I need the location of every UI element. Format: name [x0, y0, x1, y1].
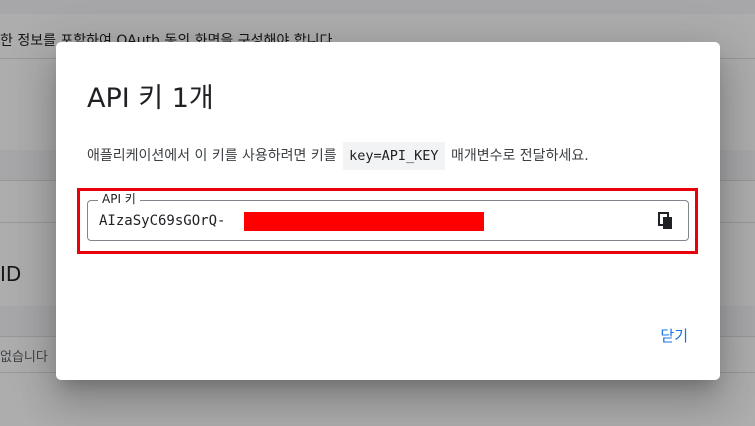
- api-key-dialog: API 키 1개 애플리케이션에서 이 키를 사용하려면 키를 key=API_…: [56, 42, 720, 380]
- redaction-bar: [244, 212, 484, 231]
- dialog-description: 애플리케이션에서 이 키를 사용하려면 키를 key=API_KEY 매개변수로…: [87, 142, 589, 170]
- copy-icon: [658, 212, 672, 229]
- api-key-field[interactable]: API 키 AIzaSyC69sGOrQ-: [87, 192, 689, 241]
- api-key-field-label: API 키: [98, 192, 140, 206]
- description-text-after: 매개변수로 전달하세요.: [450, 148, 589, 164]
- description-text-before: 애플리케이션에서 이 키를 사용하려면 키를: [87, 148, 337, 164]
- api-key-value[interactable]: AIzaSyC69sGOrQ-: [99, 212, 225, 230]
- key-param-code: key=API_KEY: [343, 142, 445, 170]
- dialog-title: API 키 1개: [87, 83, 214, 114]
- close-button[interactable]: 닫기: [660, 325, 688, 346]
- copy-button[interactable]: [654, 209, 678, 233]
